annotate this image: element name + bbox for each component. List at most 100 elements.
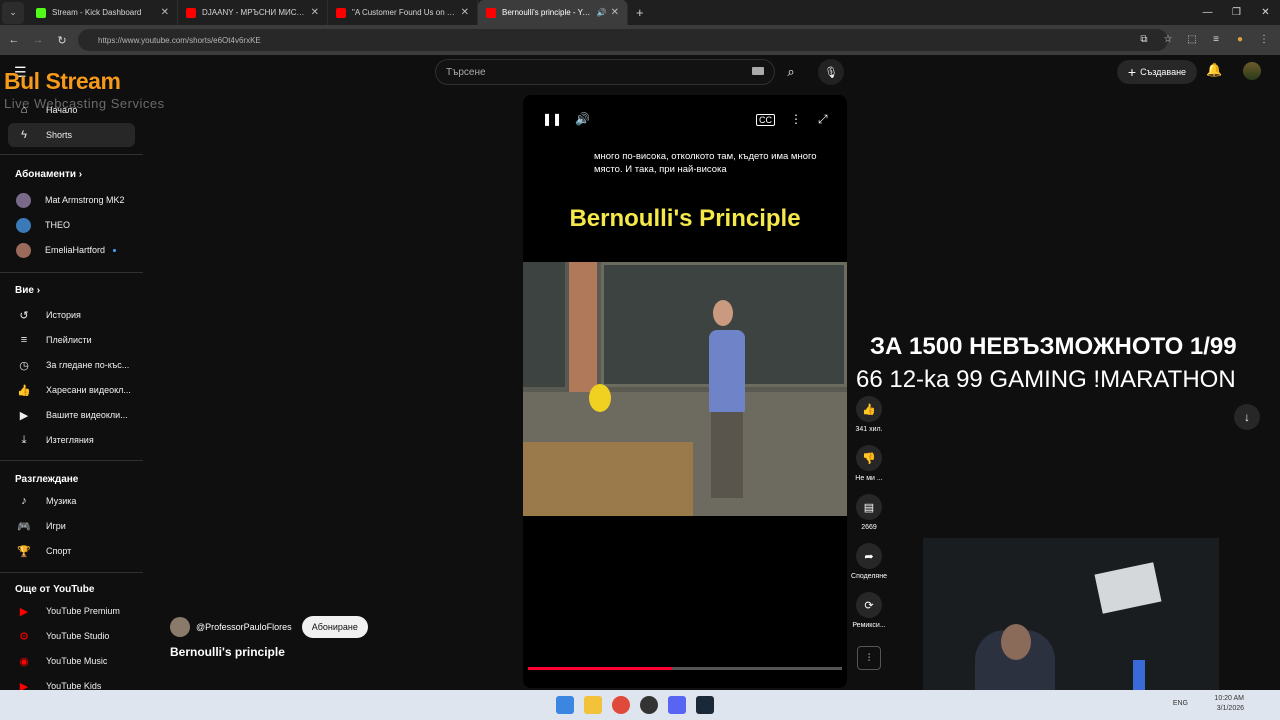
sidebar-item-label: Shorts: [46, 130, 73, 140]
subscriptions-heading[interactable]: Абонаменти ›: [15, 169, 82, 180]
sidebar-item-history[interactable]: ↺ История: [8, 303, 135, 327]
sidebar-item-liked[interactable]: 👍 Харесани видеокл...: [8, 378, 135, 402]
share-icon: ➦: [856, 543, 882, 569]
subscribe-button[interactable]: Абониране: [301, 616, 368, 638]
url-bar[interactable]: https://www.youtube.com/shorts/e6Ot4v6rx…: [78, 29, 1168, 51]
sound-wave-icon[interactable]: ⫶: [857, 646, 881, 670]
sidebar-item-shorts[interactable]: ϟ Shorts: [8, 123, 135, 147]
sidebar-item-label: Вашите видеокли...: [46, 410, 128, 420]
channel-name[interactable]: @ProfessorPauloFlores: [196, 622, 292, 632]
fullscreen-icon[interactable]: ⤢: [818, 112, 828, 127]
media-icon[interactable]: ≡: [1206, 28, 1226, 50]
channel-avatar[interactable]: [170, 617, 190, 637]
tab-search-icon[interactable]: ⌄: [2, 1, 24, 24]
close-icon[interactable]: ✕: [311, 7, 319, 18]
divider: [0, 460, 143, 461]
close-window-icon[interactable]: ✕: [1251, 0, 1280, 25]
sidebar-item-yt-music[interactable]: ◉ YouTube Music: [8, 649, 135, 673]
pause-icon[interactable]: ❚❚: [542, 112, 562, 126]
comments-button[interactable]: ▤ 2669: [850, 494, 888, 531]
tab-bernoulli[interactable]: Bernoulli's principle - YouTu 🔊 ✕: [478, 0, 628, 25]
sidebar-item-home[interactable]: ⌂ Начало: [8, 98, 135, 122]
sidebar-item-studio[interactable]: ⚙ YouTube Studio: [8, 624, 135, 648]
sidebar-item-watch-later[interactable]: ◷ За гледане по-къс...: [8, 353, 135, 377]
microphone-icon[interactable]: 🎙: [818, 59, 844, 85]
avatar: [16, 217, 31, 233]
sidebar-item-label: Музика: [46, 496, 77, 506]
sidebar-item-label: За гледане по-къс...: [46, 360, 130, 370]
you-heading[interactable]: Вие ›: [15, 285, 40, 296]
youtube-favicon-icon: [336, 7, 346, 18]
reload-icon[interactable]: ↻: [50, 28, 74, 52]
file-explorer-icon[interactable]: [584, 696, 602, 714]
sidebar-item-label: Изтегляния: [46, 435, 94, 445]
sidebar-item-label: Спорт: [46, 546, 72, 556]
back-icon[interactable]: ←: [2, 28, 26, 52]
new-tab-icon[interactable]: +: [636, 5, 644, 20]
plus-icon: +: [1127, 64, 1137, 80]
tab-title: DJAANY - МРЪСНИ МИСЛИ (: [202, 8, 307, 17]
tab-yelp[interactable]: "A Customer Found Us on Yelp ✕: [328, 0, 478, 25]
search-input[interactable]: Търсене: [435, 59, 775, 85]
shorts-icon: ϟ: [21, 129, 27, 141]
speaker-icon[interactable]: 🔊: [597, 8, 607, 17]
sidebar-sub-emelia[interactable]: EmeliaHartford: [8, 238, 135, 262]
sidebar-sub-theo[interactable]: THEO: [8, 213, 135, 237]
close-icon[interactable]: ✕: [161, 7, 169, 18]
sidebar-item-your-videos[interactable]: ▶ Вашите видеокли...: [8, 403, 135, 427]
comment-count: 2669: [861, 524, 877, 531]
download-icon: ⤓: [21, 433, 27, 446]
close-icon[interactable]: ✕: [611, 7, 619, 18]
remix-button[interactable]: ⟳ Ремикси...: [850, 592, 888, 629]
search-icon[interactable]: ⌕: [778, 59, 804, 85]
sidebar-item-gaming[interactable]: 🎮 Игри: [8, 514, 135, 538]
windows-start-icon[interactable]: [556, 696, 574, 714]
sidebar-item-premium[interactable]: ▶ YouTube Premium: [8, 599, 135, 623]
steam-icon[interactable]: [696, 696, 714, 714]
new-content-dot: [113, 248, 117, 252]
more-options-icon[interactable]: ⋮: [790, 112, 802, 126]
captions-icon[interactable]: CC: [756, 114, 775, 126]
sidebar-item-music[interactable]: ♪ Музика: [8, 489, 135, 513]
minimize-icon[interactable]: —: [1193, 0, 1222, 25]
sidebar-item-playlists[interactable]: ≡ Плейлисти: [8, 328, 135, 352]
tab-djaany[interactable]: DJAANY - МРЪСНИ МИСЛИ ( ✕: [178, 0, 328, 25]
sidebar-item-label: YouTube Studio: [46, 631, 110, 641]
notifications-bell-icon[interactable]: 🔔: [1206, 62, 1222, 78]
professor: [709, 330, 745, 412]
clock-icon: ◷: [19, 359, 29, 372]
tab-kick[interactable]: Stream - Kick Dashboard ✕: [28, 0, 178, 25]
sidebar-item-label: YouTube Music: [46, 656, 108, 666]
explore-heading: Разглеждане: [15, 474, 79, 485]
cast-icon[interactable]: ⧉: [1134, 28, 1154, 50]
sidebar-item-downloads[interactable]: ⤓ Изтегляния: [8, 428, 135, 452]
clock[interactable]: 10:20 AM 3/1/2026: [1214, 694, 1244, 714]
obs-icon[interactable]: [640, 696, 658, 714]
restore-icon[interactable]: ❐: [1222, 0, 1251, 25]
extensions-icon[interactable]: ⬚: [1182, 28, 1202, 50]
sidebar: ⌂ Начало ϟ Shorts Абонаменти › Mat Armst…: [0, 90, 145, 693]
sidebar-item-sports[interactable]: 🏆 Спорт: [8, 539, 135, 563]
sidebar-item-label: THEO: [45, 220, 71, 230]
volume-icon[interactable]: 🔊: [575, 112, 590, 126]
create-button[interactable]: + Създаване: [1117, 60, 1197, 84]
video-progress-bar[interactable]: [528, 667, 842, 670]
close-icon[interactable]: ✕: [461, 7, 469, 18]
share-button[interactable]: ➦ Споделяне: [850, 543, 888, 580]
discord-icon[interactable]: [668, 696, 686, 714]
sidebar-sub-mat-armstrong[interactable]: Mat Armstrong MK2: [8, 188, 135, 212]
menu-icon[interactable]: ⋮: [1254, 28, 1274, 50]
dislike-button[interactable]: 👎 Не ми ...: [850, 445, 888, 482]
profile-icon[interactable]: ●: [1230, 28, 1250, 50]
sidebar-item-label: Плейлисти: [46, 335, 92, 345]
keyboard-icon[interactable]: [752, 67, 764, 75]
account-avatar[interactable]: [1243, 62, 1261, 80]
like-count: 341 хил.: [855, 426, 883, 433]
like-button[interactable]: 👍 341 хил.: [850, 396, 888, 433]
forward-icon[interactable]: →: [26, 28, 50, 52]
language-indicator[interactable]: ENG: [1173, 700, 1188, 707]
channel-row: @ProfessorPauloFlores Абониране: [170, 616, 368, 638]
next-short-arrow-icon[interactable]: ↓: [1234, 404, 1260, 430]
chrome-icon[interactable]: [612, 696, 630, 714]
bookmark-star-icon[interactable]: ☆: [1158, 28, 1178, 50]
